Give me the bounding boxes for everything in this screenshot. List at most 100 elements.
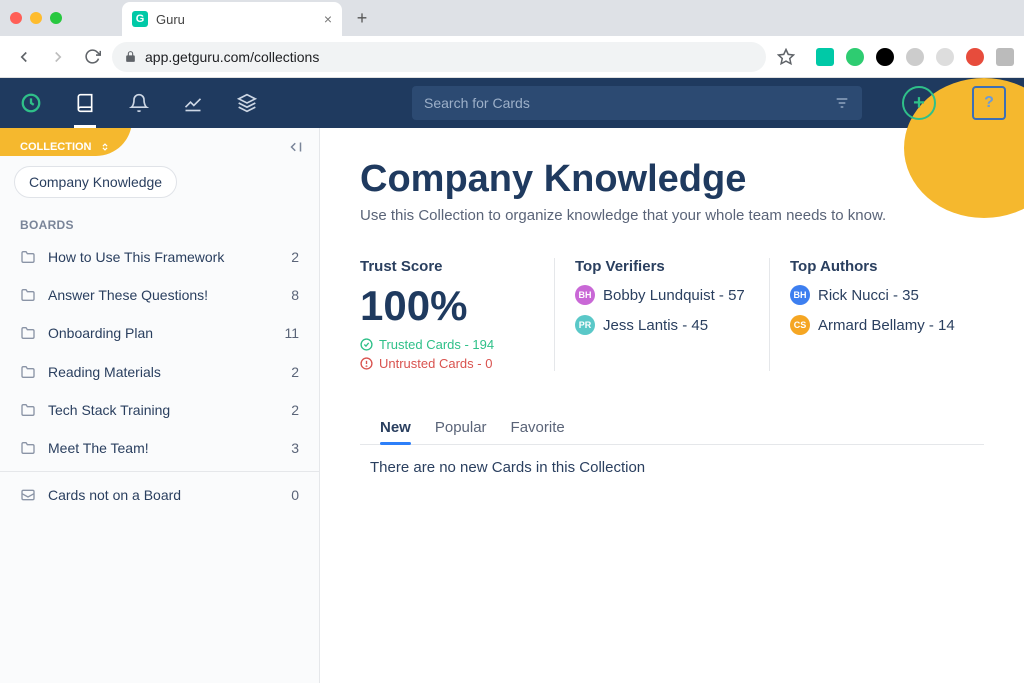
ext-grey1-icon[interactable] [906, 48, 924, 66]
board-item[interactable]: Answer These Questions! 8 [0, 276, 319, 314]
person-row[interactable]: CS Armard Bellamy - 14 [790, 315, 964, 335]
loose-cards-name: Cards not on a Board [48, 486, 279, 504]
help-button[interactable]: ? [972, 86, 1006, 120]
tab-new[interactable]: New [380, 411, 411, 444]
collection-chip[interactable]: Company Knowledge [14, 166, 177, 198]
reload-button[interactable] [78, 43, 106, 71]
person-text: Jess Lantis - 45 [603, 317, 708, 334]
board-name: Tech Stack Training [48, 401, 279, 419]
folder-icon [20, 364, 36, 380]
trust-score-value: 100% [360, 285, 534, 327]
close-tab-icon[interactable]: × [324, 11, 332, 27]
loose-cards-item[interactable]: Cards not on a Board 0 [0, 476, 319, 514]
back-button[interactable] [10, 43, 38, 71]
avatar: PR [575, 315, 595, 335]
card-icon [20, 487, 36, 503]
stacks-icon[interactable] [234, 90, 260, 116]
ext-red-icon[interactable] [966, 48, 984, 66]
page-subtitle: Use this Collection to organize knowledg… [360, 207, 984, 224]
boards-heading: BOARDS [0, 212, 319, 238]
avatar: CS [790, 315, 810, 335]
bookmark-star-icon[interactable] [772, 43, 800, 71]
add-button[interactable]: + [902, 86, 936, 120]
top-verifiers-panel: Top Verifiers BH Bobby Lundquist - 57 PR Je… [575, 258, 770, 371]
guru-favicon-icon: G [132, 11, 148, 27]
url-text: app.getguru.com/collections [145, 49, 319, 65]
library-icon[interactable] [72, 90, 98, 116]
authors-label: Top Authors [790, 258, 964, 275]
board-item[interactable]: Onboarding Plan 11 [0, 314, 319, 352]
app-header: Search for Cards + ? [0, 78, 1024, 128]
search-input[interactable]: Search for Cards [412, 86, 862, 120]
person-row[interactable]: PR Jess Lantis - 45 [575, 315, 749, 335]
loose-cards-count: 0 [291, 487, 299, 503]
folder-icon [20, 287, 36, 303]
untrusted-cards-line: Untrusted Cards - 0 [360, 356, 534, 371]
folder-icon [20, 440, 36, 456]
board-item[interactable]: Reading Materials 2 [0, 353, 319, 391]
analytics-icon[interactable] [180, 90, 206, 116]
maximize-window-icon[interactable] [50, 12, 62, 24]
browser-tab[interactable]: G Guru × [122, 2, 342, 36]
board-count: 3 [291, 440, 299, 456]
lock-icon [124, 50, 137, 63]
close-window-icon[interactable] [10, 12, 22, 24]
guru-logo-icon[interactable] [18, 90, 44, 116]
ext-green-icon[interactable] [846, 48, 864, 66]
minimize-window-icon[interactable] [30, 12, 42, 24]
board-count: 2 [291, 364, 299, 380]
board-item[interactable]: Meet The Team! 3 [0, 429, 319, 467]
avatar: BH [575, 285, 595, 305]
filter-icon[interactable] [834, 95, 850, 111]
ext-grey2-icon[interactable] [936, 48, 954, 66]
notifications-icon[interactable] [126, 90, 152, 116]
check-circle-icon [360, 338, 373, 351]
avatar: BH [790, 285, 810, 305]
content-tabs: New Popular Favorite [360, 411, 984, 445]
board-name: Answer These Questions! [48, 286, 279, 304]
ext-black-icon[interactable] [876, 48, 894, 66]
alert-circle-icon [360, 357, 373, 370]
tab-popular[interactable]: Popular [435, 411, 487, 444]
trusted-cards-line: Trusted Cards - 194 [360, 337, 534, 352]
board-item[interactable]: How to Use This Framework 2 [0, 238, 319, 276]
board-item[interactable]: Tech Stack Training 2 [0, 391, 319, 429]
page-title: Company Knowledge [360, 158, 984, 201]
person-row[interactable]: BH Bobby Lundquist - 57 [575, 285, 749, 305]
trust-score-label: Trust Score [360, 258, 534, 275]
ext-camera-icon[interactable] [996, 48, 1014, 66]
tab-title: Guru [156, 12, 316, 27]
board-count: 8 [291, 287, 299, 303]
forward-button[interactable] [44, 43, 72, 71]
sort-icon[interactable] [100, 142, 110, 152]
tab-favorite[interactable]: Favorite [511, 411, 565, 444]
search-placeholder: Search for Cards [424, 95, 834, 111]
address-bar[interactable]: app.getguru.com/collections [112, 42, 766, 72]
person-text: Bobby Lundquist - 57 [603, 287, 745, 304]
board-name: Onboarding Plan [48, 324, 272, 342]
trust-score-panel: Trust Score 100% Trusted Cards - 194 Unt… [360, 258, 555, 371]
person-text: Armard Bellamy - 14 [818, 317, 955, 334]
person-text: Rick Nucci - 35 [818, 287, 919, 304]
board-count: 11 [284, 325, 299, 341]
folder-icon [20, 249, 36, 265]
verifiers-label: Top Verifiers [575, 258, 749, 275]
main-content: Company Knowledge Use this Collection to… [320, 128, 1024, 683]
collapse-sidebar-icon[interactable] [287, 138, 305, 156]
person-row[interactable]: BH Rick Nucci - 35 [790, 285, 964, 305]
board-name: Reading Materials [48, 363, 279, 381]
folder-icon [20, 402, 36, 418]
folder-icon [20, 325, 36, 341]
board-count: 2 [291, 402, 299, 418]
empty-message: There are no new Cards in this Collectio… [360, 459, 984, 476]
board-name: How to Use This Framework [48, 248, 279, 266]
extension-icons [816, 48, 1014, 66]
collection-label: COLLECTION [20, 141, 92, 153]
board-count: 2 [291, 249, 299, 265]
new-tab-button[interactable]: + [348, 4, 376, 32]
ext-guru-icon[interactable] [816, 48, 834, 66]
top-authors-panel: Top Authors BH Rick Nucci - 35 CS Armard Be… [790, 258, 984, 371]
sidebar: COLLECTION Company Knowledge BOARDS How … [0, 128, 320, 683]
window-controls[interactable] [10, 12, 62, 24]
board-name: Meet The Team! [48, 439, 279, 457]
